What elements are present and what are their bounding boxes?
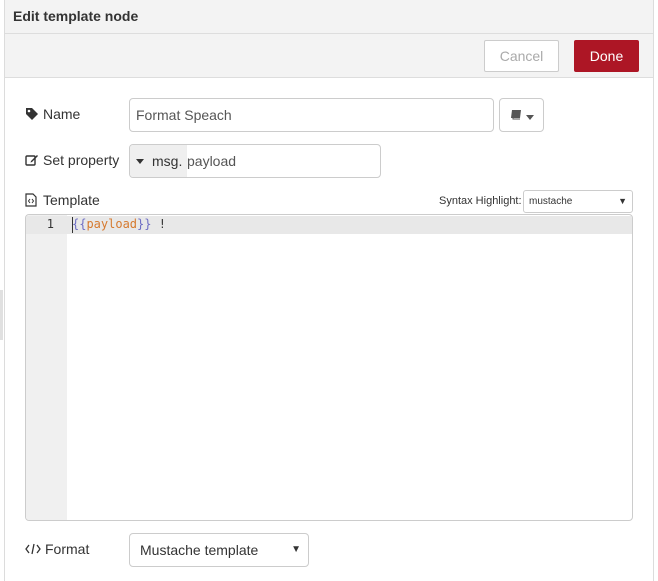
name-input[interactable]: Format Speach bbox=[129, 98, 494, 132]
template-label: Template bbox=[43, 192, 100, 208]
code-icon bbox=[25, 542, 41, 556]
dialog-button-bar: Cancel Done bbox=[5, 34, 653, 78]
editor-gutter bbox=[26, 215, 67, 520]
edit-dialog: Edit template node Cancel Done Name Form… bbox=[4, 0, 654, 581]
chevron-down-icon: ▼ bbox=[618, 196, 627, 206]
edit-icon bbox=[25, 153, 39, 167]
dialog-title: Edit template node bbox=[13, 8, 139, 24]
format-select[interactable]: Mustache template ▼ bbox=[129, 533, 309, 567]
syntax-highlight-select[interactable]: mustache ▼ bbox=[523, 190, 633, 213]
dialog-title-bar: Edit template node bbox=[5, 0, 653, 34]
mustache-variable: payload bbox=[86, 217, 138, 231]
file-code-icon bbox=[25, 193, 39, 207]
book-icon bbox=[510, 107, 523, 123]
mustache-close: }} bbox=[137, 217, 152, 231]
format-label: Format bbox=[45, 541, 90, 557]
tag-icon bbox=[25, 107, 39, 121]
format-row-label: Format bbox=[25, 541, 89, 557]
chevron-down-icon: ▼ bbox=[291, 544, 301, 555]
caret-down-icon bbox=[136, 159, 144, 164]
text-cursor bbox=[72, 217, 73, 233]
library-button[interactable] bbox=[499, 98, 544, 132]
resize-handle[interactable] bbox=[0, 290, 3, 340]
syntax-highlight-label: Syntax Highlight: bbox=[439, 195, 522, 207]
set-property-row-label: Set property bbox=[25, 152, 119, 168]
line-number: 1 bbox=[46, 217, 54, 231]
name-row-label: Name bbox=[25, 106, 80, 122]
chevron-down-icon bbox=[525, 107, 534, 123]
cancel-button[interactable]: Cancel bbox=[484, 40, 559, 72]
code-text: ! bbox=[151, 217, 166, 231]
set-property-label: Set property bbox=[43, 152, 120, 168]
property-value: payload bbox=[187, 153, 237, 169]
format-value: Mustache template bbox=[140, 542, 259, 558]
mustache-open: {{ bbox=[72, 217, 87, 231]
code-line[interactable]: {{payload}} ! bbox=[72, 217, 166, 231]
template-row-label: Template bbox=[25, 192, 100, 208]
set-property-input[interactable]: msg. payload bbox=[129, 144, 381, 178]
done-button[interactable]: Done bbox=[574, 40, 639, 72]
template-editor[interactable]: 1 {{payload}} ! bbox=[25, 214, 633, 521]
syntax-highlight-value: mustache bbox=[529, 196, 573, 207]
name-label: Name bbox=[43, 106, 81, 122]
property-type: msg. bbox=[152, 153, 183, 169]
property-type-selector[interactable]: msg. bbox=[130, 145, 187, 177]
